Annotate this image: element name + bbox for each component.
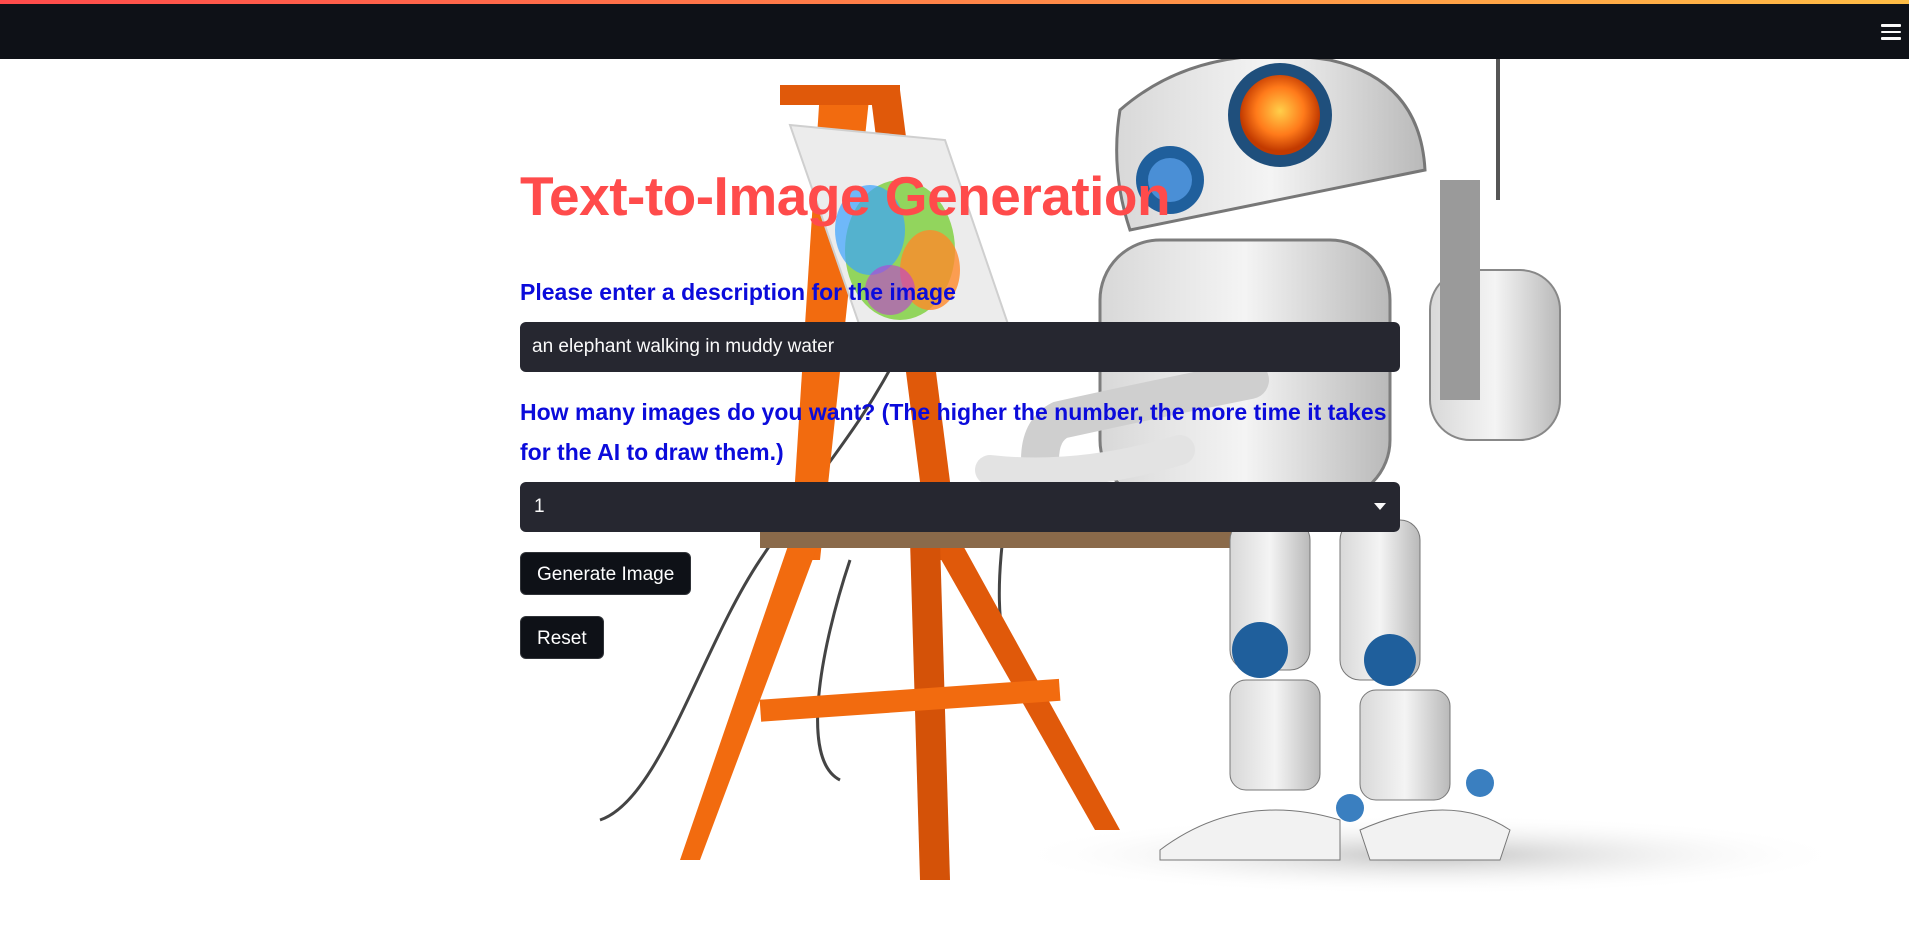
description-label: Please enter a description for the image bbox=[520, 279, 956, 305]
description-input[interactable] bbox=[520, 322, 1400, 372]
image-count-selected-value: 1 bbox=[534, 496, 545, 517]
app-header bbox=[0, 0, 1909, 59]
header-decoration-bar bbox=[0, 0, 1909, 4]
chevron-down-icon bbox=[1374, 503, 1386, 510]
image-count-label-line1: How many images do you want? (The higher… bbox=[520, 399, 1387, 425]
hamburger-menu-icon[interactable] bbox=[1873, 18, 1909, 46]
generate-image-button[interactable]: Generate Image bbox=[520, 552, 692, 595]
page-title: Text-to-Image Generation bbox=[520, 165, 1171, 227]
image-count-select[interactable]: 1 bbox=[520, 482, 1400, 532]
image-count-label-line2: for the AI to draw them.) bbox=[520, 439, 784, 465]
reset-button[interactable]: Reset bbox=[520, 616, 604, 659]
